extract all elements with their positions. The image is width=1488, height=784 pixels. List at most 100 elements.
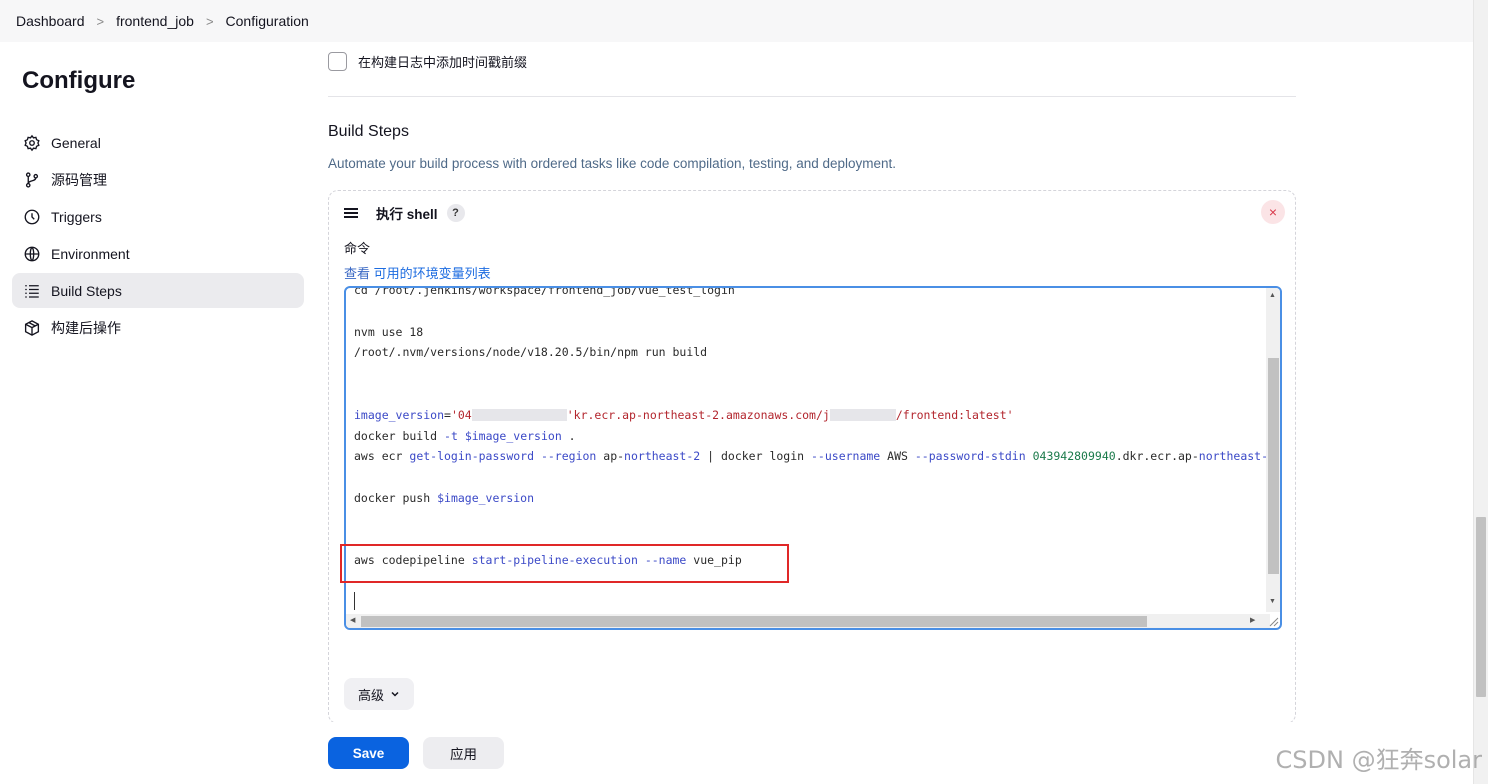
section-title: Build Steps bbox=[328, 123, 409, 140]
sidebar-item-label: 源码管理 bbox=[51, 171, 107, 188]
main-content: 在构建日志中添加时间戳前缀 Build Steps Automate your … bbox=[328, 42, 1296, 784]
resize-handle-icon[interactable] bbox=[1267, 615, 1279, 627]
gear-icon bbox=[23, 134, 41, 152]
env-vars-hint: 查看 可用的环境变量列表 bbox=[344, 263, 491, 282]
code-token: docker build bbox=[354, 428, 445, 443]
code-token: 'kr.ecr.ap-northeast-2.amazonaws.com/j bbox=[566, 407, 830, 422]
close-icon[interactable]: × bbox=[1261, 200, 1285, 224]
build-step-title: 执行 shell bbox=[376, 207, 438, 222]
editor-hscroll-thumb[interactable] bbox=[361, 616, 1147, 627]
save-button[interactable]: Save bbox=[328, 737, 409, 769]
editor-vscroll-thumb[interactable] bbox=[1268, 358, 1279, 574]
sidebar-item-post-build[interactable]: 构建后操作 bbox=[12, 310, 304, 345]
code-token: docker push bbox=[354, 490, 438, 505]
code-token: northeast- bbox=[1198, 449, 1269, 464]
scroll-up-icon[interactable]: ▲ bbox=[1269, 292, 1276, 299]
drag-handle-icon[interactable] bbox=[344, 206, 358, 220]
breadcrumb-job[interactable]: frontend_job bbox=[116, 13, 194, 29]
page-scrollbar-thumb[interactable] bbox=[1476, 517, 1486, 697]
command-label: 命令 bbox=[344, 241, 371, 256]
code-token: | docker login bbox=[700, 449, 811, 464]
sidebar-item-triggers[interactable]: Triggers bbox=[12, 199, 304, 234]
code-token: northeast-2 bbox=[624, 449, 701, 464]
scroll-down-icon[interactable]: ▼ bbox=[1269, 598, 1276, 605]
advanced-button[interactable]: 高级 bbox=[344, 678, 414, 710]
code-token: AWS bbox=[880, 449, 915, 464]
code-token: get-login-password bbox=[409, 449, 535, 464]
timestamp-option: 在构建日志中添加时间戳前缀 bbox=[328, 52, 527, 71]
apply-button[interactable]: 应用 bbox=[423, 737, 504, 769]
chevron-down-icon bbox=[391, 691, 399, 697]
page-scrollbar[interactable] bbox=[1473, 0, 1488, 784]
breadcrumb-configuration[interactable]: Configuration bbox=[226, 13, 309, 29]
code-token: start-pipeline-execution bbox=[471, 553, 638, 568]
sidebar: Configure General 源码管理 Triggers Environm… bbox=[0, 42, 318, 784]
code-token: $image_version bbox=[437, 490, 535, 505]
code-line: nvm use 18 bbox=[354, 324, 424, 339]
code-token: '04 bbox=[450, 407, 472, 422]
chevron-right-icon: > bbox=[96, 13, 105, 29]
list-icon bbox=[23, 282, 41, 300]
code-token: = bbox=[444, 407, 451, 422]
editor-horizontal-scrollbar[interactable]: ◀ ▶ bbox=[346, 614, 1270, 628]
breadcrumb: Dashboard > frontend_job > Configuration bbox=[0, 0, 1473, 42]
code-token: . bbox=[561, 428, 576, 443]
code-token: vue_pip bbox=[686, 553, 742, 568]
code-token: image_version bbox=[354, 407, 445, 422]
watermark: CSDN @狂奔solar bbox=[1275, 746, 1482, 774]
breadcrumb-dashboard[interactable]: Dashboard bbox=[16, 13, 85, 29]
code-line: /root/.nvm/versions/node/v18.20.5/bin/np… bbox=[354, 345, 708, 360]
code-token: --region bbox=[540, 449, 597, 464]
page-title: Configure bbox=[22, 67, 136, 94]
sidebar-nav: General 源码管理 Triggers Environment Build … bbox=[12, 125, 304, 347]
code-token: $image_version bbox=[464, 428, 562, 443]
sidebar-item-general[interactable]: General bbox=[12, 125, 304, 160]
sidebar-item-scm[interactable]: 源码管理 bbox=[12, 162, 304, 197]
text-caret bbox=[354, 592, 355, 610]
code-token: --password-stdin bbox=[914, 449, 1026, 464]
code-token: ap- bbox=[596, 449, 625, 464]
code-token: -t bbox=[444, 428, 458, 443]
section-description: Automate your build process with ordered… bbox=[328, 156, 897, 171]
code-token: --username bbox=[811, 449, 881, 464]
redacted-region bbox=[471, 409, 567, 422]
advanced-label: 高级 bbox=[357, 687, 384, 703]
build-step-header: 执行 shell ? bbox=[344, 203, 465, 223]
sidebar-item-label: 构建后操作 bbox=[51, 319, 121, 336]
redacted-region bbox=[829, 409, 896, 422]
sidebar-item-label: Build Steps bbox=[51, 282, 122, 299]
code-token: aws codepipeline bbox=[354, 553, 472, 568]
env-vars-prefix: 查看 bbox=[344, 266, 374, 281]
branch-icon bbox=[23, 171, 41, 189]
code-line: cd /root/.jenkins/workspace/frontend_job… bbox=[354, 286, 735, 297]
code-token: .dkr.ecr.ap- bbox=[1115, 449, 1199, 464]
sidebar-item-label: Triggers bbox=[51, 208, 102, 225]
code-token: 043942809940 bbox=[1032, 449, 1116, 464]
scroll-left-icon[interactable]: ◀ bbox=[350, 616, 355, 624]
env-vars-link[interactable]: 可用的环境变量列表 bbox=[374, 266, 491, 281]
code-token: /frontend:latest' bbox=[895, 407, 1014, 422]
build-step-card: 执行 shell ? × 命令 查看 可用的环境变量列表 cd /root/.j… bbox=[328, 190, 1296, 724]
package-icon bbox=[23, 319, 41, 337]
code-content: cd /root/.jenkins/workspace/frontend_job… bbox=[354, 286, 1269, 571]
code-token: aws ecr bbox=[354, 449, 410, 464]
chevron-right-icon: > bbox=[205, 13, 214, 29]
timestamp-checkbox-label: 在构建日志中添加时间戳前缀 bbox=[358, 55, 528, 70]
sidebar-item-label: Environment bbox=[51, 245, 130, 262]
divider bbox=[328, 96, 1296, 97]
scroll-right-icon[interactable]: ▶ bbox=[1250, 616, 1255, 624]
editor-vertical-scrollbar[interactable]: ▲ ▼ bbox=[1266, 288, 1280, 612]
clock-icon bbox=[23, 208, 41, 226]
command-textarea[interactable]: cd /root/.jenkins/workspace/frontend_job… bbox=[344, 286, 1282, 630]
sidebar-item-label: General bbox=[51, 134, 101, 151]
sidebar-item-build-steps[interactable]: Build Steps bbox=[12, 273, 304, 308]
code-token: --name bbox=[644, 553, 687, 568]
timestamp-checkbox[interactable] bbox=[328, 52, 347, 71]
globe-icon bbox=[23, 245, 41, 263]
help-icon[interactable]: ? bbox=[446, 204, 465, 222]
sidebar-item-environment[interactable]: Environment bbox=[12, 236, 304, 271]
